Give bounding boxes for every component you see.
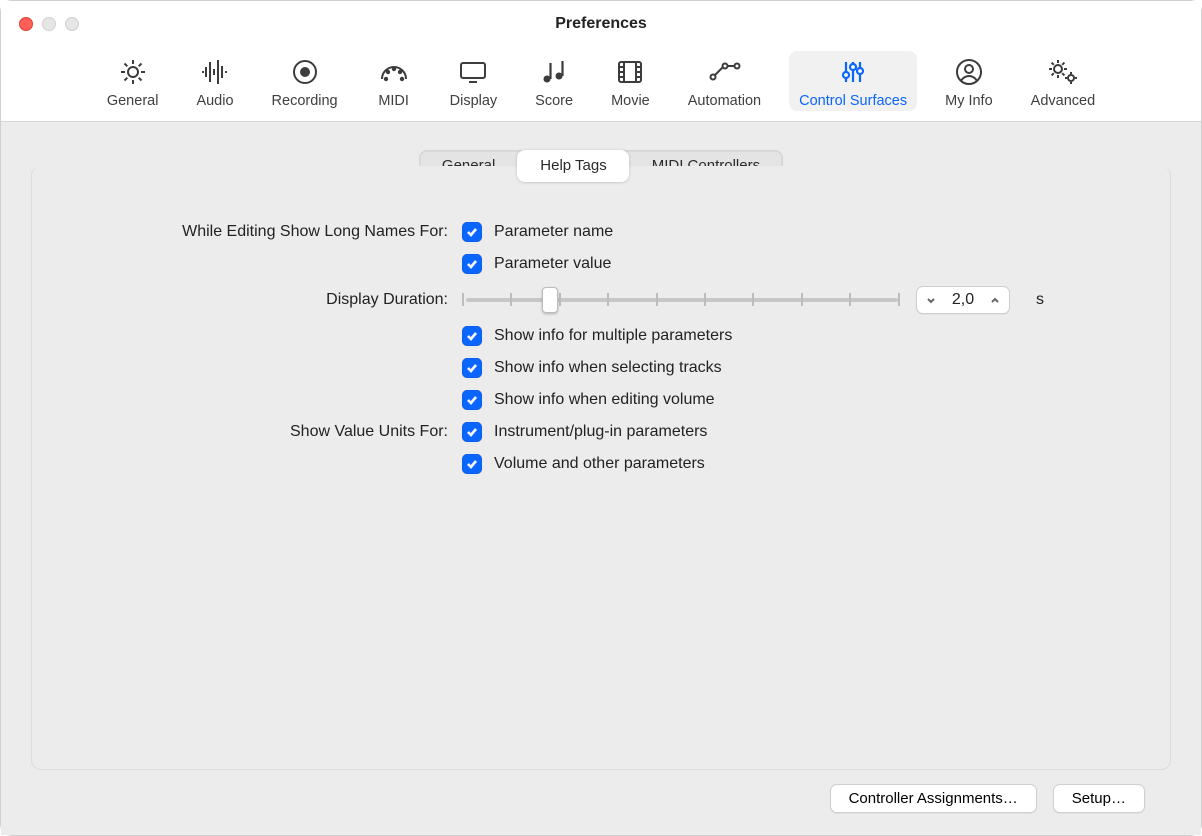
record-dot-icon xyxy=(287,55,323,89)
tab-audio[interactable]: Audio xyxy=(186,51,243,111)
tab-automation[interactable]: Automation xyxy=(678,51,771,111)
preferences-toolbar: General Audio Recording MIDI Display Sco… xyxy=(1,47,1201,122)
tab-recording[interactable]: Recording xyxy=(262,51,348,111)
controller-assignments-button[interactable]: Controller Assignments… xyxy=(830,784,1037,813)
checkbox-show-info-selecting-tracks[interactable] xyxy=(462,358,482,378)
tab-score[interactable]: Score xyxy=(525,51,583,111)
checkbox-volume-other-params[interactable] xyxy=(462,454,482,474)
parameter-name-label: Parameter name xyxy=(494,223,613,241)
edit-long-names-label: While Editing Show Long Names For: xyxy=(72,223,462,241)
gauge-icon xyxy=(376,55,412,89)
tab-label: My Info xyxy=(945,93,993,109)
chevron-down-icon[interactable] xyxy=(921,294,941,306)
checkbox-parameter-value[interactable] xyxy=(462,254,482,274)
film-icon xyxy=(612,55,648,89)
automation-nodes-icon xyxy=(706,55,742,89)
titlebar: Preferences xyxy=(1,1,1201,47)
parameter-value-label: Parameter value xyxy=(494,255,611,273)
sliders-icon xyxy=(835,55,871,89)
person-circle-icon xyxy=(951,55,987,89)
tab-label: MIDI xyxy=(378,93,409,109)
tab-label: Advanced xyxy=(1031,93,1096,109)
content-area: General Help Tags MIDI Controllers While… xyxy=(1,122,1201,835)
display-duration-label: Display Duration: xyxy=(72,291,462,309)
setup-button[interactable]: Setup… xyxy=(1053,784,1145,813)
show-info-editing-volume-label: Show info when editing volume xyxy=(494,391,715,409)
tab-label: Automation xyxy=(688,93,761,109)
tab-label: Display xyxy=(450,93,498,109)
tab-movie[interactable]: Movie xyxy=(601,51,660,111)
chevron-up-icon[interactable] xyxy=(985,294,1005,306)
window-title: Preferences xyxy=(1,15,1201,33)
tab-label: Control Surfaces xyxy=(799,93,907,109)
tab-general[interactable]: General xyxy=(97,51,169,111)
tab-label: Audio xyxy=(196,93,233,109)
slider-knob[interactable] xyxy=(542,287,558,313)
tab-label: Movie xyxy=(611,93,650,109)
show-info-selecting-tracks-label: Show info when selecting tracks xyxy=(494,359,722,377)
wave-icon xyxy=(197,55,233,89)
show-value-units-label: Show Value Units For: xyxy=(72,423,462,441)
checkbox-parameter-name[interactable] xyxy=(462,222,482,242)
tab-advanced[interactable]: Advanced xyxy=(1021,51,1106,111)
tab-my-info[interactable]: My Info xyxy=(935,51,1003,111)
tab-control-surfaces[interactable]: Control Surfaces xyxy=(789,51,917,111)
tab-label: Recording xyxy=(272,93,338,109)
checkbox-instrument-plugin-params[interactable] xyxy=(462,422,482,442)
tab-display[interactable]: Display xyxy=(440,51,508,111)
display-duration-stepper[interactable]: 2,0 xyxy=(916,286,1010,314)
subtab-help-tags[interactable]: Help Tags xyxy=(517,150,628,182)
settings-panel: While Editing Show Long Names For: Param… xyxy=(31,166,1171,770)
display-duration-slider[interactable] xyxy=(462,289,902,311)
display-duration-value: 2,0 xyxy=(941,291,985,309)
gears-icon xyxy=(1045,55,1081,89)
show-info-multiple-label: Show info for multiple parameters xyxy=(494,327,732,345)
display-duration-unit: s xyxy=(1036,291,1044,309)
gear-icon xyxy=(115,55,151,89)
volume-other-params-label: Volume and other parameters xyxy=(494,455,705,473)
music-notes-icon xyxy=(536,55,572,89)
checkbox-show-info-multiple[interactable] xyxy=(462,326,482,346)
monitor-icon xyxy=(455,55,491,89)
footer: Controller Assignments… Setup… xyxy=(31,770,1171,835)
checkbox-show-info-editing-volume[interactable] xyxy=(462,390,482,410)
tab-midi[interactable]: MIDI xyxy=(366,51,422,111)
tab-label: Score xyxy=(535,93,573,109)
tab-label: General xyxy=(107,93,159,109)
instrument-plugin-params-label: Instrument/plug-in parameters xyxy=(494,423,707,441)
